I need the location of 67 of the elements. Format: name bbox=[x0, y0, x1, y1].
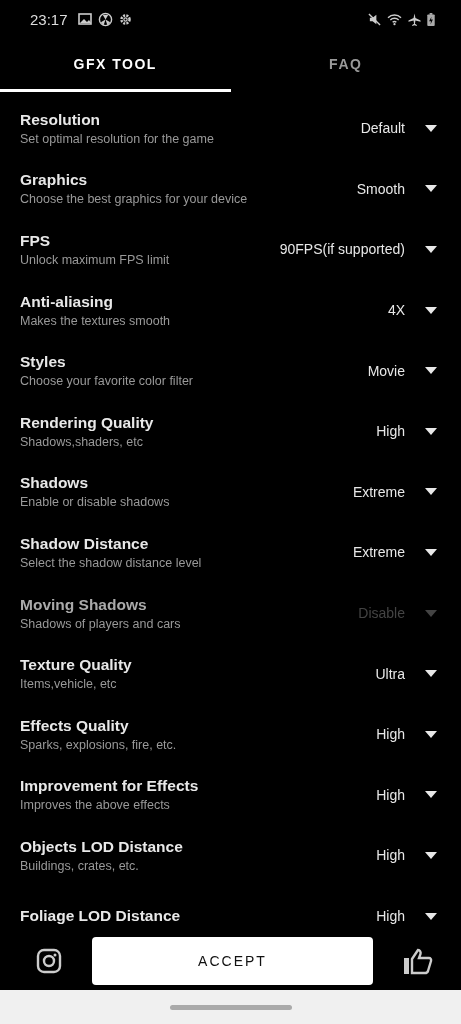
setting-description: Shadows,shaders, etc bbox=[20, 434, 144, 449]
dropdown[interactable]: Ultra bbox=[375, 665, 437, 682]
mute-icon bbox=[368, 12, 381, 26]
setting-description: Enable or disable shadows bbox=[20, 495, 171, 510]
caret-icon bbox=[425, 670, 437, 678]
setting-title: FPS bbox=[20, 232, 52, 250]
setting-title: Graphics bbox=[20, 171, 89, 190]
dropdown[interactable]: High bbox=[376, 423, 437, 440]
tab[interactable]: FAQ bbox=[230, 38, 461, 92]
setting-description: Unlock maximum FPS limit bbox=[20, 253, 171, 267]
setting-title: Texture Quality bbox=[20, 656, 133, 675]
caret-icon bbox=[425, 851, 437, 859]
setting-description: Improves the above effects bbox=[20, 798, 171, 813]
setting-description: Shadows of players and cars bbox=[20, 616, 182, 631]
setting-description: Buildings, crates, etc. bbox=[20, 858, 140, 873]
setting-title: Foliage LOD Distance bbox=[20, 907, 182, 925]
dropdown[interactable]: High bbox=[376, 908, 437, 924]
caret-icon bbox=[425, 124, 437, 132]
caret-icon bbox=[425, 488, 437, 496]
accept-button[interactable]: ACCEPT bbox=[92, 937, 373, 985]
setting-description: Set optimal resolution for the game bbox=[20, 131, 215, 146]
setting-title: Effects Quality bbox=[20, 716, 130, 735]
dropdown[interactable]: High bbox=[376, 786, 437, 803]
setting-title: Anti-aliasing bbox=[20, 292, 114, 311]
caret-icon bbox=[425, 306, 437, 314]
setting-description: Choose your favorite color filter bbox=[20, 374, 194, 389]
setting-description: Makes the textures smooth bbox=[20, 313, 172, 328]
setting-description: Choose the best graphics for your device bbox=[20, 192, 249, 207]
dropdown[interactable]: Extreme bbox=[352, 483, 437, 500]
setting-description: Select the shadow distance level bbox=[20, 555, 203, 570]
tab[interactable]: GFX TOOL bbox=[0, 38, 231, 92]
caret-icon bbox=[425, 185, 437, 193]
dropdown[interactable]: Movie bbox=[367, 362, 437, 379]
caret-icon bbox=[425, 246, 437, 253]
image-icon bbox=[77, 13, 92, 25]
caret-icon bbox=[425, 427, 437, 435]
setting-description: Items,vehicle, etc bbox=[20, 677, 118, 692]
thumbs-up-icon[interactable] bbox=[403, 947, 433, 975]
caret-icon bbox=[425, 367, 437, 375]
setting-title: Styles bbox=[20, 353, 67, 372]
caret-icon bbox=[425, 730, 437, 738]
setting-title: Improvement for Effects bbox=[20, 777, 200, 796]
setting-title: Shadow Distance bbox=[20, 534, 150, 553]
circle-icon bbox=[97, 11, 113, 27]
caret-icon bbox=[425, 609, 437, 617]
instagram-icon[interactable] bbox=[36, 948, 62, 974]
dropdown[interactable]: Default bbox=[360, 120, 437, 137]
dropdown[interactable]: 90FPS(if supported) bbox=[279, 241, 437, 258]
status-time: 23:17 bbox=[30, 10, 68, 28]
dropdown[interactable]: 4X bbox=[387, 302, 437, 319]
wifi-icon bbox=[387, 12, 402, 26]
settings-icon bbox=[118, 12, 132, 26]
setting-title: Rendering Quality bbox=[20, 413, 155, 432]
battery-icon bbox=[427, 12, 435, 26]
dropdown[interactable]: Extreme bbox=[352, 544, 437, 561]
caret-icon bbox=[425, 912, 437, 920]
caret-icon bbox=[425, 791, 437, 799]
dropdown[interactable]: High bbox=[376, 847, 437, 864]
dropdown[interactable]: Smooth bbox=[356, 180, 437, 197]
caret-icon bbox=[425, 548, 437, 556]
airplane-icon bbox=[408, 12, 421, 26]
dropdown[interactable]: High bbox=[376, 726, 437, 743]
setting-title: Shadows bbox=[20, 474, 90, 493]
setting-title: Objects LOD Distance bbox=[20, 837, 184, 856]
setting-title: Resolution bbox=[20, 110, 102, 129]
setting-title: Moving Shadows bbox=[20, 595, 148, 614]
setting-description: Sparks, explosions, fire, etc. bbox=[20, 737, 178, 752]
